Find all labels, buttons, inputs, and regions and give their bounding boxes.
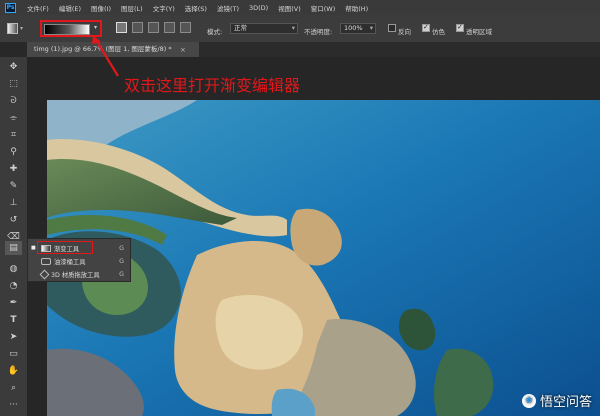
clone-stamp-tool-icon[interactable]: ⊥ (5, 196, 22, 210)
menu-view[interactable]: 视图(V) (273, 3, 306, 13)
menu-bar: Ps 文件(F) 编辑(E) 图像(I) 图层(L) 文字(Y) 选择(S) 滤… (0, 0, 600, 15)
lasso-tool-icon[interactable]: ᘐ (5, 94, 22, 108)
rectangle-tool-icon[interactable]: ▭ (5, 347, 22, 361)
blur-tool-icon[interactable]: ◍ (5, 262, 22, 276)
menu-filter[interactable]: 滤镜(T) (212, 3, 244, 13)
radial-gradient-button[interactable] (132, 22, 143, 33)
transparency-label: 透明区域 (466, 26, 492, 36)
highlight-box-gradient-tool (37, 241, 93, 254)
gradient-editor-picker[interactable]: ▾ (40, 20, 102, 37)
paint-bucket-icon (41, 258, 51, 265)
3d-material-drop-icon (40, 269, 50, 279)
menu-file[interactable]: 文件(F) (22, 3, 54, 13)
menu-window[interactable]: 窗口(W) (306, 3, 341, 13)
annotation-text: 双击这里打开渐变编辑器 (124, 72, 300, 96)
menu-type[interactable]: 文字(Y) (148, 3, 180, 13)
flyout-item-3d-material-drop[interactable]: 3D 材质拖放工具 G (28, 268, 130, 280)
flyout-label: 油漆桶工具 (54, 257, 85, 266)
chevron-down-icon[interactable]: ▾ (94, 24, 97, 31)
watermark: ❀ 悟空问答 (522, 391, 592, 410)
history-brush-tool-icon[interactable]: ↺ (5, 213, 22, 227)
quick-select-tool-icon[interactable]: ⌯ (5, 111, 22, 125)
reflected-gradient-button[interactable] (164, 22, 175, 33)
wukong-logo-icon: ❀ (522, 394, 536, 408)
gradient-tool-icon[interactable]: ▤ (5, 241, 22, 255)
document-tab-bar: timg (1).jpg @ 66.7% (图层 1, 图层蒙板/8) * (27, 42, 600, 57)
brush-tool-icon[interactable]: ✎ (5, 179, 22, 193)
move-tool-icon[interactable]: ✥ (5, 60, 22, 74)
flyout-label: 3D 材质拖放工具 (51, 270, 100, 279)
flyout-shortcut: G (119, 258, 124, 265)
pen-tool-icon[interactable]: ✒ (5, 296, 22, 310)
angle-gradient-button[interactable] (148, 22, 159, 33)
flyout-shortcut: G (119, 271, 124, 278)
menu-help[interactable]: 帮助(H) (340, 3, 373, 13)
mode-select[interactable]: 正常 ▾ (230, 23, 298, 34)
path-select-tool-icon[interactable]: ➤ (5, 330, 22, 344)
marquee-tool-icon[interactable]: ⬚ (5, 77, 22, 91)
type-tool-icon[interactable]: T (5, 313, 22, 327)
flyout-item-paint-bucket[interactable]: 油漆桶工具 G (28, 255, 130, 267)
chevron-down-icon: ▾ (292, 24, 295, 33)
transparency-checkbox[interactable] (456, 24, 464, 32)
eyedropper-tool-icon[interactable]: ⚲ (5, 145, 22, 159)
more-tools-icon[interactable]: ··· (5, 398, 22, 412)
mode-value: 正常 (234, 24, 247, 32)
zoom-tool-icon[interactable]: ⌕ (5, 381, 22, 395)
watermark-text: 悟空问答 (540, 391, 592, 410)
opacity-input[interactable]: 100% ▾ (340, 23, 376, 34)
opacity-value: 100% (344, 24, 363, 32)
photoshop-logo: Ps (5, 3, 16, 13)
dodge-tool-icon[interactable]: ◔ (5, 279, 22, 293)
reverse-label: 反向 (398, 26, 411, 36)
crop-tool-icon[interactable]: ⌗ (5, 128, 22, 142)
close-icon[interactable]: × (180, 46, 186, 54)
diamond-gradient-button[interactable] (180, 22, 191, 33)
menu-3d[interactable]: 3D(D) (244, 4, 273, 12)
reverse-checkbox[interactable] (388, 24, 396, 32)
menu-select[interactable]: 选择(S) (180, 3, 212, 13)
tool-preset-picker[interactable]: ▾ (6, 21, 24, 37)
opacity-label: 不透明度: (304, 26, 332, 36)
hand-tool-icon[interactable]: ✋ (5, 364, 22, 378)
chevron-down-icon: ▾ (370, 24, 373, 33)
linear-gradient-button[interactable] (116, 22, 127, 33)
menu-layer[interactable]: 图层(L) (116, 3, 148, 13)
document-tab[interactable]: timg (1).jpg @ 66.7% (图层 1, 图层蒙板/8) * (27, 42, 199, 57)
mode-label: 模式: (207, 26, 222, 36)
gradient-preview-swatch[interactable] (44, 24, 90, 35)
dither-checkbox[interactable] (422, 24, 430, 32)
gradient-tool-icon (7, 23, 18, 34)
chevron-down-icon: ▾ (20, 25, 23, 32)
tools-panel: ✥ ⬚ ᘐ ⌯ ⌗ ⚲ ✚ ✎ ⊥ ↺ ⌫ ▤ ◍ ◔ ✒ T ➤ ▭ ✋ ⌕ … (0, 57, 27, 416)
dither-label: 仿色 (432, 26, 445, 36)
selected-bullet-icon: ■ (31, 245, 36, 251)
menu-edit[interactable]: 编辑(E) (54, 3, 86, 13)
healing-brush-tool-icon[interactable]: ✚ (5, 162, 22, 176)
flyout-shortcut: G (119, 245, 124, 252)
menu-image[interactable]: 图像(I) (86, 3, 116, 13)
